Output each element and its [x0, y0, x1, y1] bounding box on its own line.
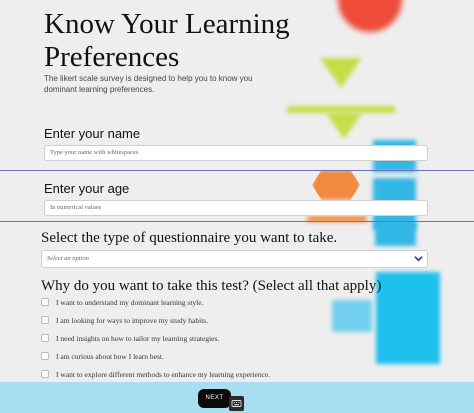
- page-subtitle: The likert scale survey is designed to h…: [44, 74, 253, 94]
- reason-option[interactable]: I am looking for ways to improve my stud…: [41, 315, 341, 325]
- name-input[interactable]: Type your name with whitespaces: [44, 145, 428, 161]
- keyboard-icon: [231, 400, 242, 407]
- reason-option[interactable]: I am curious about how I learn best.: [41, 351, 341, 361]
- reason-option-label: I want to understand my dominant learnin…: [56, 297, 204, 307]
- decorative-green-triangle-small: [326, 113, 362, 139]
- reason-option-label: I am curious about how I learn best.: [56, 351, 164, 361]
- page-title: Know Your Learning Preferences: [44, 8, 290, 73]
- decorative-blue-block: [376, 272, 440, 364]
- checkbox[interactable]: [41, 298, 49, 306]
- reason-option[interactable]: I want to understand my dominant learnin…: [41, 297, 341, 307]
- checkbox[interactable]: [41, 352, 49, 360]
- questionnaire-select[interactable]: Select an option: [41, 250, 428, 268]
- reason-option-label: I need insights on how to tailor my lear…: [56, 333, 220, 343]
- reasons-label: Why do you want to take this test? (Sele…: [41, 278, 382, 294]
- section-divider: [0, 170, 474, 171]
- age-input[interactable]: In numerical values: [44, 200, 428, 216]
- reason-option-label: I want to explore different methods to e…: [56, 369, 271, 379]
- questionnaire-label: Select the type of questionnaire you wan…: [41, 230, 338, 246]
- chevron-down-icon: [414, 256, 423, 262]
- section-divider: [0, 221, 474, 222]
- reason-option[interactable]: I want to explore different methods to e…: [41, 369, 341, 379]
- age-label: Enter your age: [44, 181, 130, 196]
- questionnaire-selected-value: Select an option: [47, 255, 89, 262]
- checkbox[interactable]: [41, 316, 49, 324]
- decorative-red-circle: [338, 0, 402, 32]
- checkbox[interactable]: [41, 334, 49, 342]
- reason-option-label: I am looking for ways to improve my stud…: [56, 315, 209, 325]
- decorative-orange-hexagon: [312, 170, 360, 200]
- reason-option[interactable]: I need insights on how to tailor my lear…: [41, 333, 341, 343]
- decorative-blue-block: [375, 222, 416, 246]
- next-button[interactable]: NEXT: [198, 389, 231, 408]
- decorative-green-bar: [287, 106, 395, 113]
- keyboard-button[interactable]: [229, 396, 244, 411]
- name-label: Enter your name: [44, 126, 141, 141]
- checkbox[interactable]: [41, 370, 49, 378]
